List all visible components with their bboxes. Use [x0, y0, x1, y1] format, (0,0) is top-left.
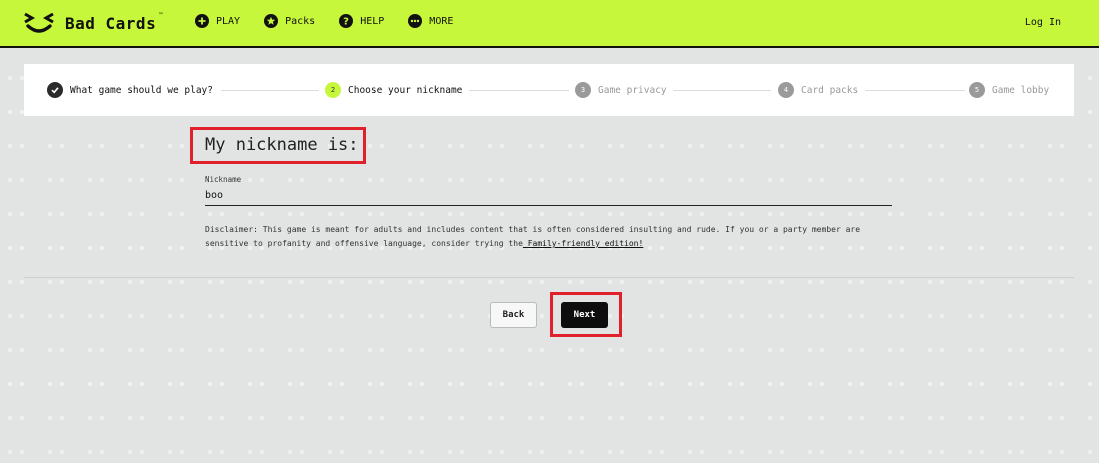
nickname-label: Nickname — [205, 175, 242, 184]
check-icon — [47, 82, 63, 98]
setup-stepper: What game should we play? 2 Choose your … — [24, 64, 1074, 116]
step-number: 2 — [325, 82, 341, 98]
nav-play-label: PLAY — [216, 15, 241, 27]
brand-logo[interactable]: Bad Cards ™ — [22, 10, 164, 36]
divider — [24, 277, 1074, 278]
step-number: 3 — [575, 82, 591, 98]
more-dots-icon — [408, 14, 423, 28]
nav-help-label: HELP — [360, 15, 385, 27]
step-lobby-label: Game lobby — [992, 84, 1050, 96]
step-connector — [865, 90, 965, 91]
brand-name: Bad Cards ™ — [65, 11, 164, 33]
step-number: 5 — [969, 82, 985, 98]
main-nav: PLAY Packs ? HELP MORE — [195, 14, 477, 28]
star-circle-icon — [264, 14, 279, 28]
smiley-logo-icon — [24, 12, 54, 33]
question-circle-icon: ? — [339, 14, 354, 28]
step-privacy[interactable]: 3 Game privacy — [575, 82, 667, 98]
plus-circle-icon — [195, 14, 209, 28]
step-packs[interactable]: 4 Card packs — [778, 82, 858, 98]
step-packs-label: Card packs — [801, 84, 859, 96]
step-privacy-label: Game privacy — [598, 84, 667, 96]
step-connector — [469, 90, 569, 91]
step-game[interactable]: What game should we play? — [47, 82, 213, 98]
top-navbar: Bad Cards ™ PLAY Packs ? HELP MORE Log I… — [0, 0, 1099, 48]
step-nickname-label: Choose your nickname — [348, 84, 463, 96]
nav-help[interactable]: ? HELP — [339, 14, 384, 28]
nav-more[interactable]: MORE — [408, 14, 453, 28]
nav-more-label: MORE — [429, 15, 454, 27]
trademark-mark: ™ — [159, 11, 164, 19]
step-number: 4 — [778, 82, 794, 98]
nav-packs[interactable]: Packs — [264, 14, 315, 28]
back-button[interactable]: Back — [490, 302, 537, 328]
family-friendly-link[interactable]: Family-friendly edition! — [523, 239, 644, 248]
nickname-input[interactable] — [205, 186, 892, 206]
nav-play[interactable]: PLAY — [195, 14, 240, 28]
login-link[interactable]: Log In — [1025, 17, 1061, 28]
step-connector — [673, 90, 771, 91]
step-nickname[interactable]: 2 Choose your nickname — [325, 82, 462, 98]
page-title: My nickname is: — [205, 135, 359, 155]
disclaimer-text: Disclaimer: This game is meant for adult… — [205, 223, 895, 251]
svg-text:?: ? — [343, 17, 349, 28]
next-button[interactable]: Next — [561, 302, 608, 328]
nav-packs-label: Packs — [285, 15, 316, 27]
step-connector — [221, 90, 319, 91]
step-lobby[interactable]: 5 Game lobby — [969, 82, 1049, 98]
step-game-label: What game should we play? — [70, 84, 213, 96]
